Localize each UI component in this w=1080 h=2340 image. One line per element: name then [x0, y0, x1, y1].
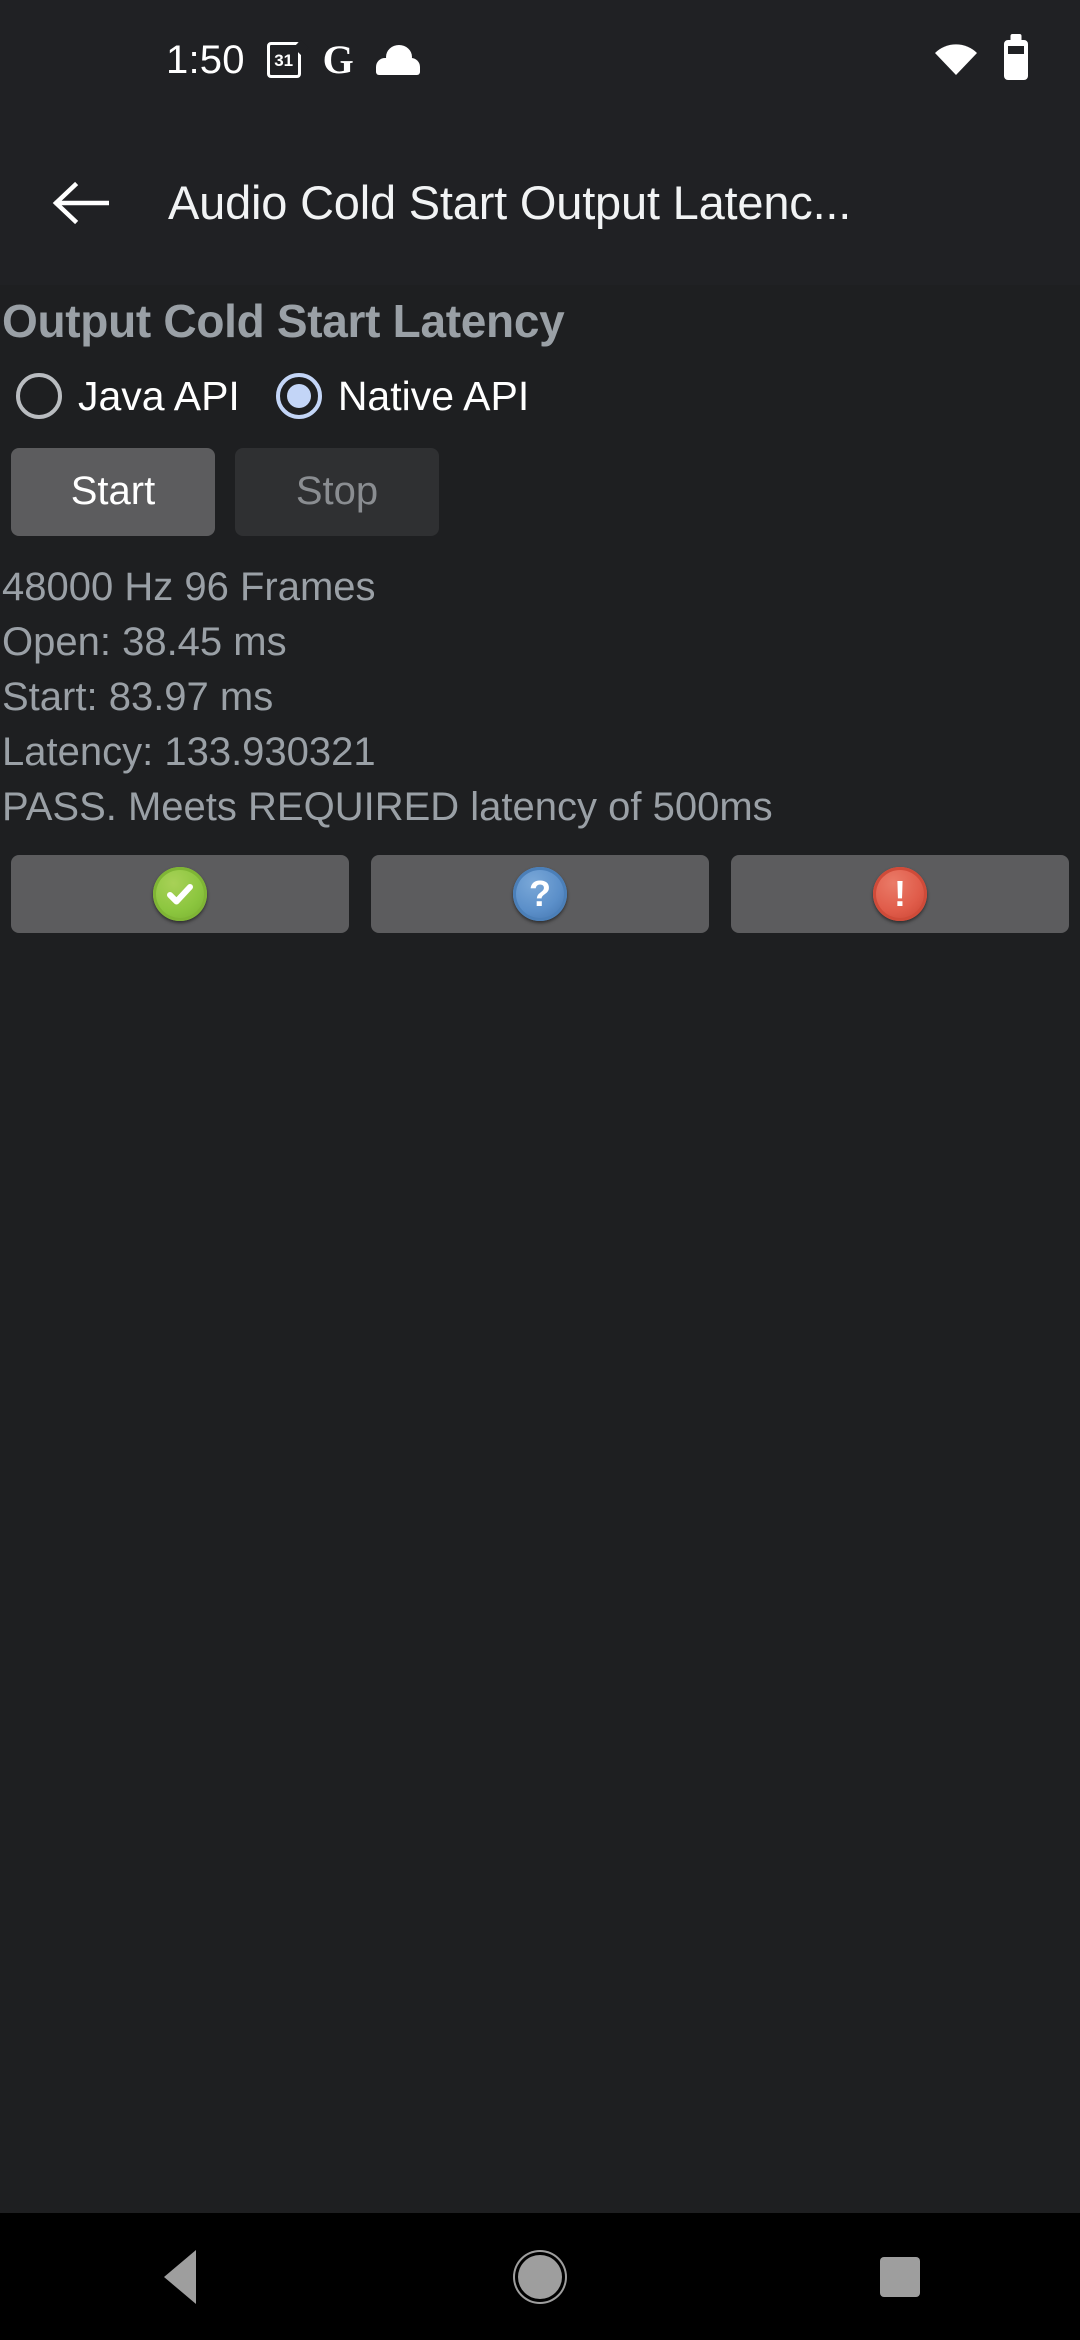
- section-title: Output Cold Start Latency: [2, 295, 565, 347]
- stop-button: Stop: [235, 447, 439, 536]
- page-title: Audio Cold Start Output Latenc...: [168, 176, 852, 229]
- result-text-block: 48000 Hz 96 Frames Open: 38.45 ms Start:…: [0, 560, 1080, 835]
- start-button[interactable]: Start: [11, 447, 215, 536]
- status-bar: 1:50 31 G: [0, 0, 1080, 120]
- app-bar: Audio Cold Start Output Latenc...: [0, 120, 1080, 285]
- back-nav-button[interactable]: [100, 2213, 260, 2340]
- api-radio-group: Java API Native API: [0, 373, 1080, 420]
- radio-option-java-api[interactable]: Java API: [16, 373, 240, 420]
- square-recents-icon: [880, 2256, 920, 2297]
- transport-button-row: Start Stop: [0, 447, 1080, 536]
- pass-status-button[interactable]: [11, 854, 349, 933]
- result-line-start: Start: 83.97 ms: [2, 674, 274, 719]
- triangle-back-icon: [164, 2249, 196, 2304]
- phone-screen: 1:50 31 G Audio Cold Start Output Latenc…: [0, 0, 1080, 2340]
- status-bar-left: 1:50 31 G: [166, 40, 420, 80]
- radio-circle-selected-icon: [275, 373, 322, 419]
- home-nav-button[interactable]: [460, 2213, 620, 2340]
- system-navigation-bar: [0, 2213, 1080, 2340]
- result-line-sample-rate: 48000 Hz 96 Frames: [2, 564, 376, 609]
- check-circle-icon: [153, 866, 207, 921]
- back-arrow-icon[interactable]: [42, 165, 118, 241]
- cloud-icon: [375, 45, 420, 75]
- recents-nav-button[interactable]: [820, 2213, 980, 2340]
- status-bar-right: [934, 40, 1028, 80]
- battery-icon: [1004, 40, 1028, 80]
- circle-home-icon: [518, 2254, 562, 2299]
- status-clock: 1:50: [166, 38, 245, 82]
- calendar-day-label: 31: [274, 50, 294, 70]
- result-line-open: Open: 38.45 ms: [2, 619, 287, 664]
- result-line-verdict: PASS. Meets REQUIRED latency of 500ms: [2, 784, 773, 829]
- question-circle-icon: ?: [513, 866, 567, 921]
- radio-circle-unselected-icon: [16, 373, 62, 419]
- warning-status-button[interactable]: !: [731, 854, 1069, 933]
- exclamation-circle-icon: !: [873, 866, 927, 921]
- calendar-icon: 31: [266, 42, 301, 78]
- radio-label-native-api: Native API: [337, 372, 530, 419]
- result-line-latency: Latency: 133.930321: [2, 729, 376, 774]
- status-button-row: ? !: [0, 854, 1080, 933]
- info-status-button[interactable]: ?: [371, 854, 709, 933]
- google-icon: G: [322, 37, 354, 82]
- wifi-icon: [934, 44, 978, 76]
- radio-option-native-api[interactable]: Native API: [275, 372, 530, 420]
- radio-label-java-api: Java API: [78, 372, 240, 419]
- main-content: Output Cold Start Latency Java API Nativ…: [0, 285, 1080, 2213]
